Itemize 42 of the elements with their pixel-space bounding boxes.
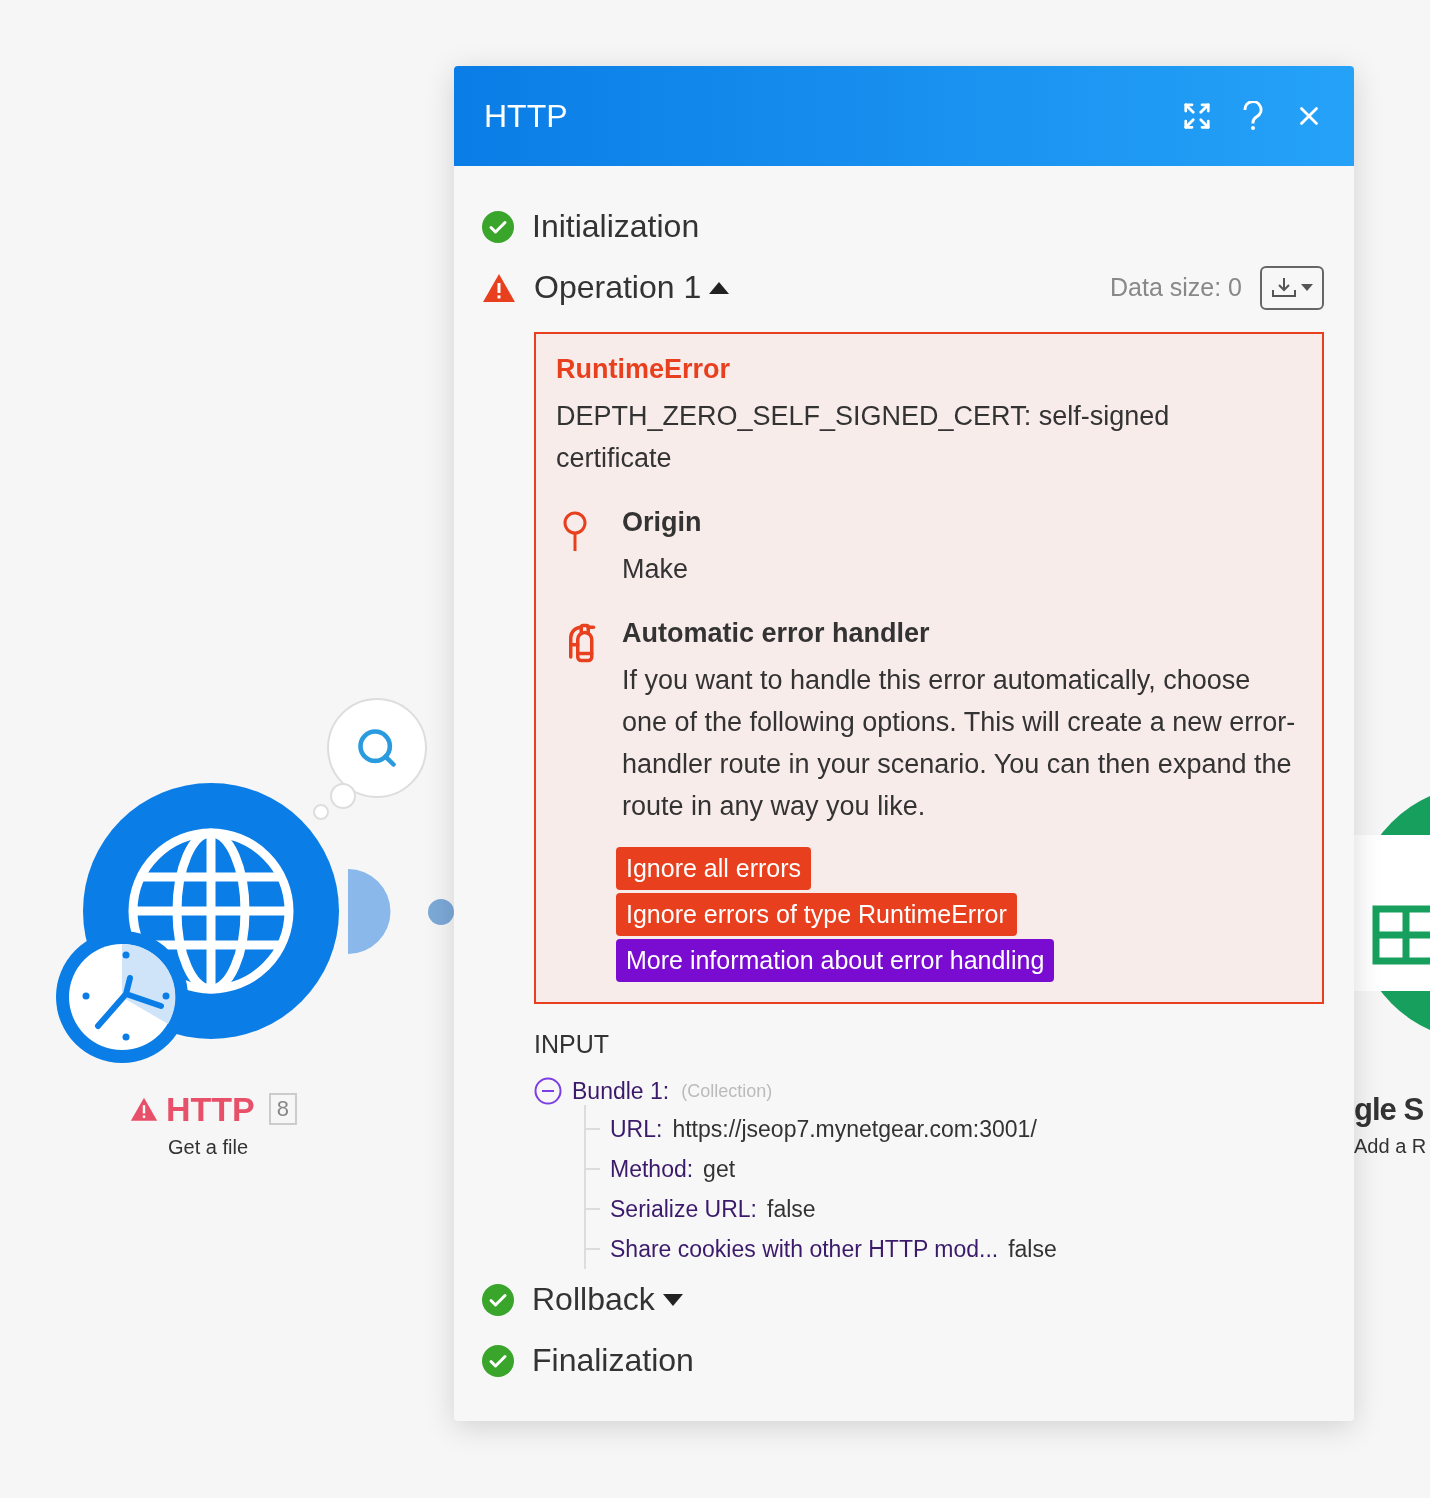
field-value: false [767,1195,816,1223]
connector-dot-icon [428,899,454,925]
field-key: Share cookies with other HTTP mod... [610,1235,999,1263]
field-value: false [1008,1235,1057,1263]
field-value: https://jseop7.mynetgear.com:3001/ [672,1115,1037,1143]
field-key: URL: [610,1115,663,1143]
collapse-toggle[interactable] [534,1077,562,1105]
search-icon[interactable] [355,726,399,770]
error-action-button[interactable]: Ignore errors of type RuntimeError [616,893,1017,936]
operation-count: 8 [268,1093,298,1125]
module-subtitle: Add a R [1354,1135,1427,1158]
section-title: Origin [622,507,702,538]
section-text: If you want to handle this error automatically, choose one of the following options. This will create a new error-handler route in your scenario. You can then expand the route in any way you like. [622,664,1297,823]
field-key: Method: [610,1155,694,1183]
stage-toggle[interactable]: Initialization [532,208,700,245]
module-subtitle: Get a file [168,1136,250,1159]
module-title: gle S [1354,1092,1424,1127]
stage-toggle[interactable]: Operation 1 [534,269,730,306]
dialog-title: HTTP [484,97,569,135]
error-message: DEPTH_ZERO_SELF_SIGNED_CERT: self-signed certificate [556,400,1171,475]
download-icon [1271,275,1297,300]
section-title: Automatic error handler [622,618,931,649]
pin-icon [562,511,588,553]
error-type: RuntimeError [556,354,732,385]
module-title: HTTP [166,1092,255,1126]
expand-icon [1182,101,1212,131]
input-heading: INPUT [534,1030,610,1059]
help-icon [1242,101,1264,131]
download-button[interactable] [1260,265,1324,310]
field-value: get [703,1155,736,1183]
expand-button[interactable] [1182,101,1212,131]
stage-toggle[interactable]: Finalization [532,1342,694,1379]
field-key: Serialize URL: [610,1195,757,1223]
error-action-button[interactable]: More information about error handling [616,939,1055,982]
section-text: Make [622,553,690,586]
stage-toggle[interactable]: Rollback [532,1281,683,1318]
error-action-button[interactable]: Ignore all errors [616,847,812,890]
bundle-type: (Collection) [681,1080,773,1102]
help-button[interactable] [1242,101,1264,131]
data-size: Data size: 0 [1110,273,1242,302]
caret-icon [1301,283,1313,292]
bundle-label: Bundle 1: [572,1077,670,1105]
